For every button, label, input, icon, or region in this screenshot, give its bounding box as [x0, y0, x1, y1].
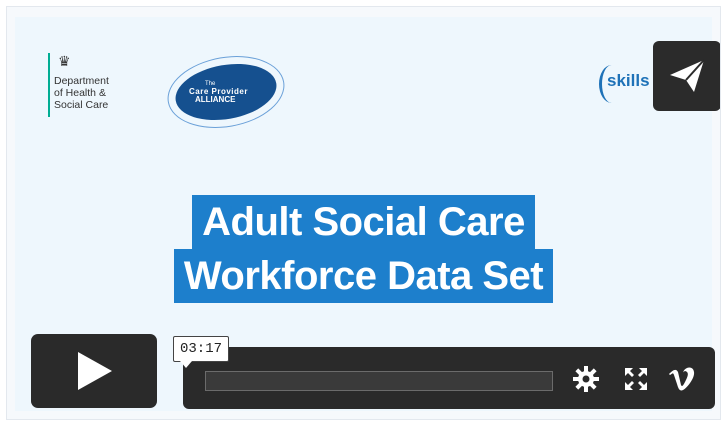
share-button[interactable]: [653, 41, 720, 111]
skills-for-care-logo: skills: [599, 65, 650, 103]
time-tooltip: 03:17: [173, 336, 230, 368]
dhsc-logo-text: Department of Health & Social Care: [54, 75, 109, 117]
fullscreen-icon: [625, 368, 647, 390]
video-title: Adult Social Care Workforce Data Set: [15, 195, 712, 303]
fullscreen-button[interactable]: [621, 365, 651, 393]
title-line-2: Workforce Data Set: [173, 249, 554, 303]
dhsc-line-3: Social Care: [54, 99, 109, 111]
play-button[interactable]: [31, 334, 157, 408]
care-provider-alliance-logo: The Care Provider ALLIANCE: [161, 47, 291, 137]
play-icon: [78, 352, 112, 390]
crest-icon: ♛: [58, 53, 71, 69]
vimeo-icon: [669, 367, 695, 391]
dhsc-line-1: Department: [54, 75, 109, 87]
gear-icon: [573, 366, 599, 392]
dhsc-logo: ♛ Department of Health & Social Care: [48, 53, 109, 117]
paper-plane-icon: [670, 59, 705, 92]
cpa-alliance-text: ALLIANCE: [195, 95, 236, 104]
player-control-bar: [183, 347, 715, 409]
settings-button[interactable]: [571, 365, 601, 393]
progress-bar[interactable]: [205, 371, 553, 391]
dhsc-logo-bar: [48, 53, 50, 117]
title-line-1: Adult Social Care: [192, 195, 535, 249]
skills-swirl-icon: [599, 65, 624, 103]
video-embed-frame: ♛ Department of Health & Social Care The…: [6, 6, 721, 420]
dhsc-line-2: of Health &: [54, 87, 106, 99]
vimeo-button[interactable]: [667, 365, 697, 393]
